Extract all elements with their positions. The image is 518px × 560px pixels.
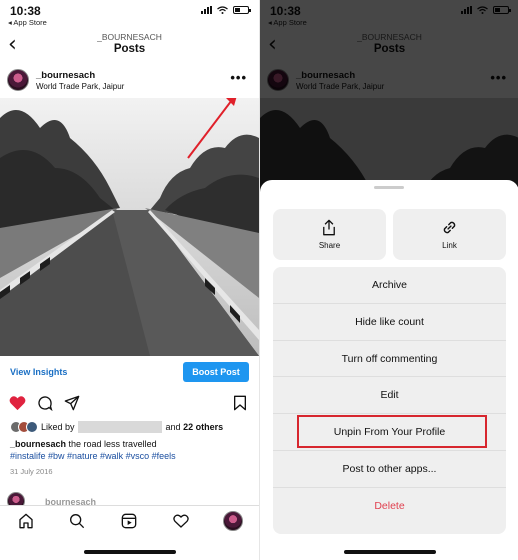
avatar[interactable] <box>7 69 29 91</box>
status-time: 10:38 <box>10 4 41 18</box>
page-title: Posts <box>113 43 146 55</box>
options-menu: Archive Hide like count Turn off comment… <box>273 267 506 534</box>
liked-by-label: Liked by <box>41 422 75 432</box>
home-indicator <box>84 550 176 554</box>
likes-row[interactable]: Liked by and 22 others <box>10 420 255 434</box>
boost-post-button[interactable]: Boost Post <box>183 362 249 382</box>
share-label: Share <box>318 241 341 250</box>
home-indicator <box>344 550 436 554</box>
sheet-grabber[interactable] <box>374 186 404 189</box>
link-icon <box>443 221 456 234</box>
unpin-menu-item[interactable]: Unpin From Your Profile <box>273 414 506 451</box>
redacted-username <box>77 421 162 433</box>
link-label: Link <box>442 241 457 250</box>
link-tile[interactable]: Link <box>393 209 506 260</box>
post-options-screen: 10:38 ◂ App Store ‹ _BOURNESACH Posts _b… <box>259 0 518 560</box>
signal-icon <box>201 6 212 14</box>
caption-text: the road less travelled <box>66 439 157 449</box>
liker-avatar <box>26 421 38 433</box>
annotation-arrow-icon <box>187 98 237 159</box>
delete-menu-item[interactable]: Delete <box>273 488 506 525</box>
wifi-icon <box>217 6 228 14</box>
reels-icon[interactable] <box>121 513 137 529</box>
options-sheet: Share Link Archive Hide like count Turn … <box>260 180 518 560</box>
next-post-header: _bournesach <box>0 492 259 510</box>
bookmark-icon[interactable] <box>233 395 247 411</box>
bottom-tab-bar <box>0 505 259 537</box>
posts-header: ‹ _BOURNESACH Posts <box>0 30 259 62</box>
highlight-box <box>297 415 487 449</box>
post-to-other-apps-menu-item[interactable]: Post to other apps... <box>273 451 506 488</box>
post-actions <box>0 393 259 413</box>
search-icon[interactable] <box>69 513 85 529</box>
liked-by-and: and <box>165 422 181 432</box>
heart-icon[interactable] <box>9 395 26 411</box>
more-options-icon[interactable]: ••• <box>230 70 247 85</box>
turn-off-commenting-menu-item[interactable]: Turn off commenting <box>273 341 506 378</box>
post-screen: 10:38 ◂ App Store ‹ _BOURNESACH Posts _b… <box>0 0 259 560</box>
insights-row: View Insights Boost Post <box>0 362 259 384</box>
post-username[interactable]: _bournesach <box>36 70 95 81</box>
profile-tab-avatar[interactable] <box>223 511 243 531</box>
archive-menu-item[interactable]: Archive <box>273 267 506 304</box>
view-insights-link[interactable]: View Insights <box>10 367 67 377</box>
post-date: 31 July 2016 <box>10 467 53 476</box>
post-photo[interactable] <box>0 98 259 356</box>
home-icon[interactable] <box>18 513 34 529</box>
comment-icon[interactable] <box>37 395 53 411</box>
heart-outline-icon[interactable] <box>173 513 189 529</box>
hide-like-count-menu-item[interactable]: Hide like count <box>273 304 506 341</box>
header-username: _BOURNESACH <box>97 32 162 42</box>
post-header: _bournesach World Trade Park, Jaipur ••• <box>0 62 259 98</box>
back-to-app-store[interactable]: ◂ App Store <box>8 18 47 27</box>
post-caption: _bournesach the road less travelled #ins… <box>10 438 255 462</box>
post-location[interactable]: World Trade Park, Jaipur <box>36 82 124 91</box>
edit-menu-item[interactable]: Edit <box>273 377 506 415</box>
share-tile[interactable]: Share <box>273 209 386 260</box>
caption-hashtags[interactable]: #instalife #bw #nature #walk #vsco #feel… <box>10 451 176 461</box>
send-icon[interactable] <box>64 395 80 411</box>
caption-username[interactable]: _bournesach <box>10 439 66 449</box>
liked-by-count[interactable]: 22 others <box>183 422 223 432</box>
share-icon <box>323 219 335 236</box>
status-bar: 10:38 ◂ App Store <box>0 0 259 30</box>
battery-icon <box>233 6 251 14</box>
system-icons <box>201 6 251 14</box>
